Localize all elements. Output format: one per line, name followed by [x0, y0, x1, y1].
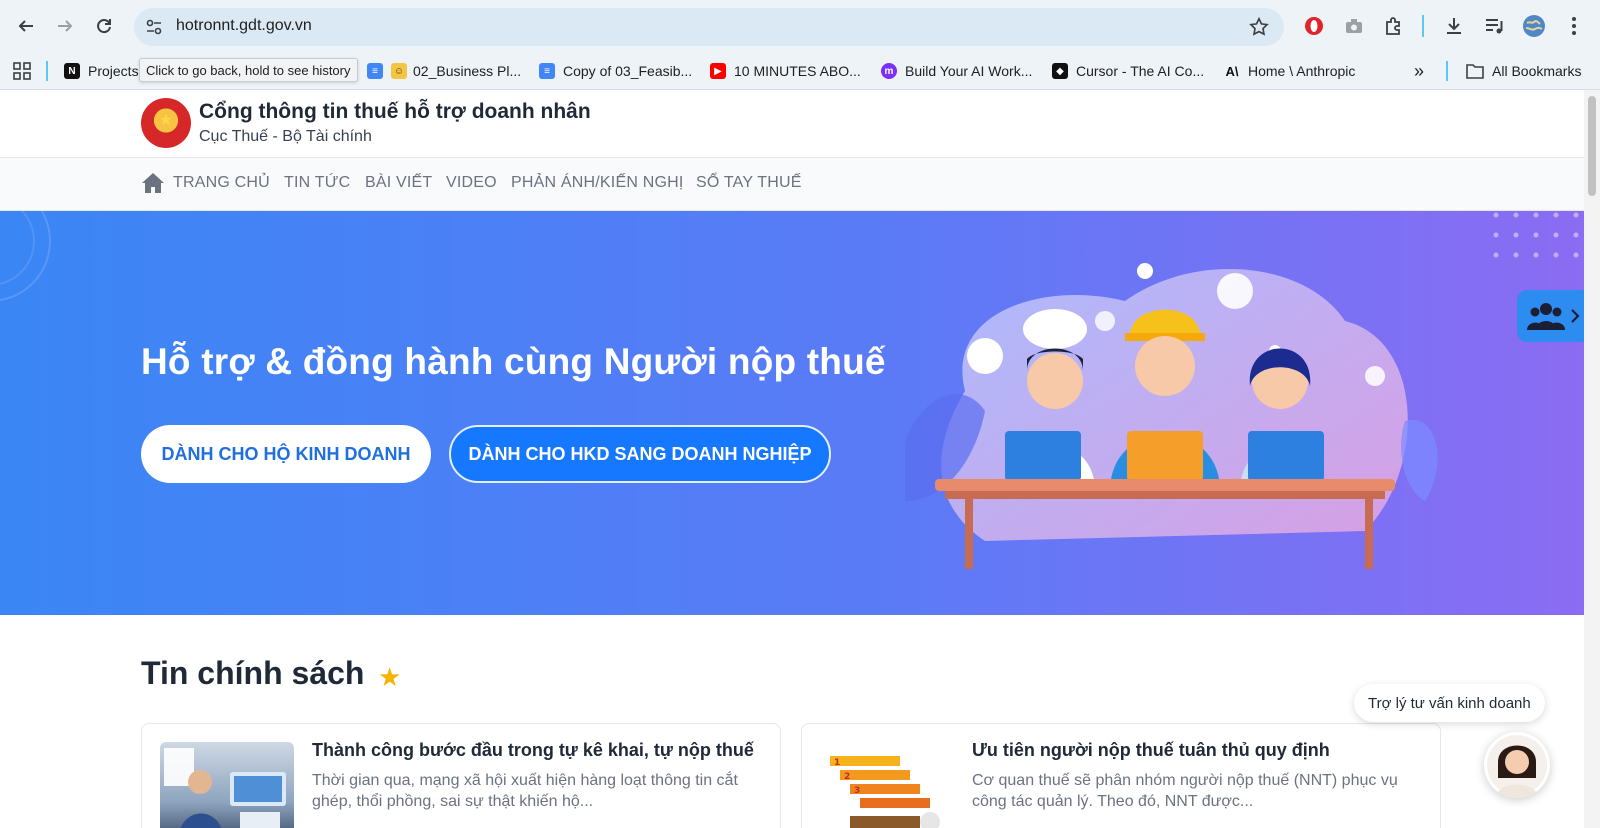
bookmark-business-plan[interactable]: ≡ ☺ 02_Business Pl...: [367, 61, 521, 81]
bookmark-label: 02_Business Pl...: [413, 63, 522, 79]
community-side-button[interactable]: [1517, 290, 1584, 342]
folder-icon: [1466, 64, 1484, 79]
profile-avatar[interactable]: [1522, 14, 1546, 38]
url-text[interactable]: hotronnt.gdt.gov.vn: [176, 17, 312, 35]
news-excerpt: Thời gian qua, mạng xã hội xuất hiện hàn…: [312, 772, 738, 810]
business-assistant-label[interactable]: Trợ lý tư vấn kinh doanh: [1354, 684, 1545, 722]
household-business-button[interactable]: DÀNH CHO HỘ KINH DOANH: [141, 425, 431, 483]
svg-text:3: 3: [854, 786, 860, 796]
arrow-right-icon: [58, 20, 73, 32]
news-card[interactable]: Thành công bước đầu trong tự kê khai, tự…: [141, 723, 781, 828]
main-nav: TRANG CHỦ TIN TỨC BÀI VIẾT VIDEO PHẢN ÁN…: [0, 158, 1584, 211]
all-bookmarks-button[interactable]: All Bookmarks: [1466, 61, 1581, 81]
news-excerpt: Cơ quan thuế sẽ phân nhóm người nộp thuế…: [972, 772, 1398, 810]
bookmark-label: Projects: [88, 63, 139, 79]
opera-icon[interactable]: [1302, 14, 1326, 38]
household-to-enterprise-button[interactable]: DÀNH CHO HKD SANG DOANH NGHIỆP: [449, 425, 831, 483]
bookmark-label: Build Your AI Work...: [905, 63, 1033, 79]
chevron-right-icon: [1571, 309, 1580, 323]
camera-icon[interactable]: [1342, 14, 1366, 38]
youtube-icon: ▶: [710, 63, 726, 79]
address-bar[interactable]: hotronnt.gdt.gov.vn: [134, 8, 1284, 46]
divider: [1422, 15, 1424, 37]
browser-toolbar: hotronnt.gdt.gov.vn: [0, 0, 1600, 52]
bookmark-make[interactable]: m Build Your AI Work...: [881, 61, 1032, 81]
notion-icon: N: [64, 63, 80, 79]
bookmark-projects[interactable]: N Projects: [64, 61, 139, 81]
news-card[interactable]: 1 2 3 Ưu tiên người nộp thuế tuân thủ qu…: [801, 723, 1441, 828]
news-thumbnail: 1 2 3: [820, 742, 954, 828]
news-title[interactable]: Thành công bước đầu trong tự kê khai, tự…: [312, 740, 754, 761]
bookmark-label: Home \ Anthropic: [1248, 63, 1356, 79]
menu-kebab-icon[interactable]: [1562, 14, 1586, 38]
nav-home[interactable]: TRANG CHỦ: [173, 174, 270, 192]
bookmark-youtube[interactable]: ▶ 10 MINUTES ABO...: [710, 61, 861, 81]
page-scrollbar[interactable]: [1584, 90, 1600, 828]
nav-articles[interactable]: BÀI VIẾT: [365, 174, 432, 192]
bookmark-feasibility[interactable]: ≡ Copy of 03_Feasib...: [539, 61, 692, 81]
site-subtitle: Cục Thuế - Bộ Tài chính: [199, 128, 372, 145]
users-group-icon: [1527, 303, 1565, 330]
site-title[interactable]: Cổng thông tin thuế hỗ trợ doanh nhân: [199, 100, 591, 124]
media-control-icon[interactable]: [1482, 14, 1506, 38]
back-button[interactable]: [12, 12, 40, 40]
chevron-double-right-icon: »: [1414, 60, 1425, 81]
site-info-icon: [146, 19, 162, 35]
docs-icon: ≡: [539, 63, 555, 79]
decorative-dots: [1493, 212, 1579, 258]
anthropic-icon: A\: [1225, 63, 1239, 79]
decorative-waves: [0, 211, 51, 302]
divider: [46, 61, 48, 81]
docs-icon: ≡: [367, 63, 383, 79]
hero-title: Hỗ trợ & đồng hành cùng Người nộp thuế: [141, 341, 886, 382]
bookmark-star-icon[interactable]: [1248, 16, 1270, 38]
section-title-policy: Tin chính sách: [141, 655, 365, 691]
extensions-icon[interactable]: [1382, 14, 1406, 38]
bookmark-label: 10 MINUTES ABO...: [734, 63, 861, 79]
hero-banner: Hỗ trợ & đồng hành cùng Người nộp thuế D…: [0, 211, 1584, 615]
divider: [1446, 61, 1448, 81]
site-header: ★ Cổng thông tin thuế hỗ trợ doanh nhân …: [0, 90, 1584, 158]
bookmark-label: Cursor - The AI Co...: [1076, 63, 1205, 79]
bookmark-cursor[interactable]: ◆ Cursor - The AI Co...: [1052, 61, 1204, 81]
bookmark-label: Copy of 03_Feasib...: [563, 63, 693, 79]
home-icon[interactable]: [141, 171, 165, 195]
web-page: ★ Cổng thông tin thuế hỗ trợ doanh nhân …: [0, 90, 1584, 828]
apps-grid-icon[interactable]: [13, 61, 31, 81]
star-icon: ★: [158, 112, 174, 129]
svg-text:2: 2: [844, 772, 850, 782]
bookmark-anthropic[interactable]: A\ Home \ Anthropic: [1224, 61, 1356, 81]
forward-button[interactable]: [51, 12, 79, 40]
nav-video[interactable]: VIDEO: [446, 174, 497, 192]
all-bookmarks-label: All Bookmarks: [1492, 63, 1582, 79]
scrollbar-thumb[interactable]: [1588, 96, 1596, 196]
make-icon: m: [881, 63, 897, 79]
star-icon: ★: [378, 662, 402, 692]
reload-button[interactable]: [90, 12, 118, 40]
tax-department-logo[interactable]: ★: [141, 98, 191, 148]
emoji-icon: ☺: [391, 63, 407, 79]
back-button-tooltip: Click to go back, hold to see history: [139, 58, 358, 82]
svg-text:1: 1: [834, 758, 840, 768]
arrow-left-icon: [18, 20, 33, 32]
download-icon[interactable]: [1442, 14, 1466, 38]
news-title[interactable]: Ưu tiên người nộp thuế tuân thủ quy định: [972, 740, 1330, 761]
bookmarks-overflow-button[interactable]: »: [1414, 61, 1424, 81]
reload-icon: [97, 19, 111, 34]
cursor-icon: ◆: [1052, 63, 1068, 79]
nav-feedback[interactable]: PHẢN ÁNH/KIẾN NGHỊ: [511, 174, 684, 192]
hero-illustration: [905, 263, 1438, 569]
news-thumbnail: [160, 742, 294, 828]
nav-tax-handbook[interactable]: SỔ TAY THUẾ: [696, 174, 802, 192]
assistant-avatar[interactable]: [1484, 732, 1550, 798]
nav-news[interactable]: TIN TỨC: [284, 174, 350, 192]
